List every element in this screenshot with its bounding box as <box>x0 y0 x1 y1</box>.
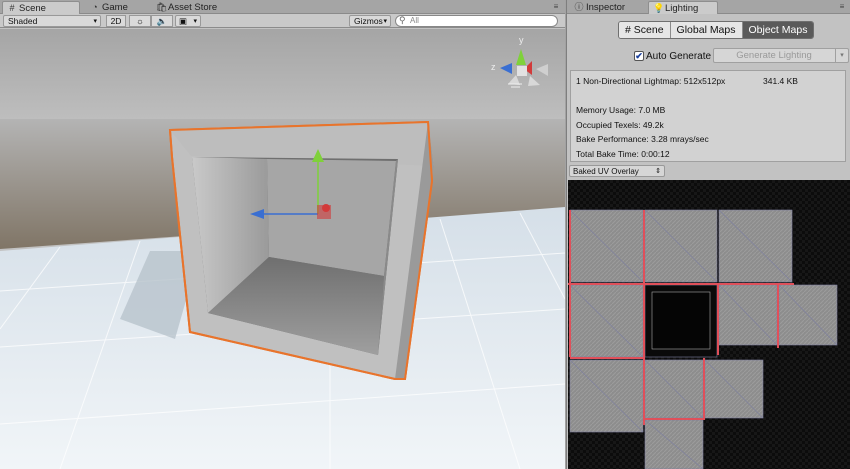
gizmo-y-label: y <box>519 35 524 45</box>
shading-mode-dropdown[interactable]: Shaded ▾ <box>3 15 101 27</box>
uv-charts <box>568 180 850 469</box>
tab-lighting-scene[interactable]: # Scene <box>619 22 671 38</box>
gizmos-dropdown[interactable]: Gizmos ▾ <box>349 15 391 27</box>
dropdown-arrow-icon: ⇕ <box>655 168 661 175</box>
effects-dropdown[interactable]: ▣ ▾ <box>175 15 201 27</box>
scene-toolbar: Shaded ▾ 2D ☼ 🔈 ▣ ▾ Gizmos ▾ ⚲ All <box>0 14 565 28</box>
dropdown-arrow-icon: ▾ <box>93 18 97 25</box>
tab-lighting[interactable]: 💡Lighting <box>648 1 718 14</box>
2d-mode-button[interactable]: 2D <box>106 15 126 27</box>
auto-generate-checkbox[interactable]: ✔ <box>634 51 644 61</box>
memory-usage: Memory Usage: 7.0 MB <box>576 105 666 115</box>
tab-object-maps[interactable]: Object Maps <box>742 22 814 38</box>
tab-menu-icon[interactable]: ≡ <box>551 2 561 12</box>
sun-icon: ☼ <box>136 16 144 26</box>
lighting-toggle-button[interactable]: ☼ <box>129 15 151 27</box>
lightmap-info-box: 1 Non-Directional Lightmap: 512x512px 34… <box>570 70 846 162</box>
lighting-window: ⓘ Inspector 💡Lighting ≡ # Scene Global Ma… <box>566 0 850 469</box>
occupied-texels: Occupied Texels: 49.2k <box>576 120 664 130</box>
gizmo-z-label: z <box>491 62 496 72</box>
dropdown-arrow-icon: ▾ <box>383 18 387 25</box>
dropdown-arrow-icon[interactable]: ▾ <box>835 49 848 62</box>
bake-performance: Bake Performance: 3.28 mrays/sec <box>576 134 709 144</box>
lightmap-preview[interactable] <box>568 180 850 469</box>
right-tabbar: ⓘ Inspector 💡Lighting ≡ <box>567 0 850 14</box>
grid-icon: # <box>625 24 631 36</box>
info-icon: ⓘ <box>574 2 584 12</box>
auto-generate-row: ✔ Auto Generate <box>634 49 711 63</box>
scene-window: # Scene ◔ Game 🛍Asset Store ≡ Shaded ▾ 2D … <box>0 0 565 469</box>
lighting-mode-tabs: # Scene Global Maps Object Maps <box>618 21 815 39</box>
audio-toggle-button[interactable]: 🔈 <box>151 15 173 27</box>
tab-scene[interactable]: # Scene <box>2 1 80 14</box>
scene-render[interactable]: y z <box>0 29 565 469</box>
grid-icon: # <box>9 3 15 13</box>
pacman-icon: ◔ <box>92 2 98 12</box>
store-icon: 🛍 <box>156 2 168 12</box>
tab-inspector[interactable]: ⓘ Inspector <box>570 1 642 14</box>
total-bake-time: Total Bake Time: 0:00:12 <box>576 149 670 159</box>
tab-menu-icon[interactable]: ≡ <box>837 2 847 12</box>
scene-search-input[interactable]: ⚲ All <box>395 15 558 27</box>
auto-generate-label: Auto Generate <box>646 50 712 62</box>
tab-asset-store[interactable]: 🛍Asset Store <box>152 1 242 14</box>
tab-game[interactable]: ◔ Game <box>86 1 146 14</box>
generate-lighting-button[interactable]: Generate Lighting ▾ <box>713 48 849 63</box>
image-icon: ▣ <box>179 16 188 26</box>
tab-global-maps[interactable]: Global Maps <box>670 22 743 38</box>
speaker-icon: 🔈 <box>156 16 168 26</box>
uv-overlay-dropdown[interactable]: Baked UV Overlay ⇕ <box>569 165 665 177</box>
lightmap-summary: 1 Non-Directional Lightmap: 512x512px <box>576 76 726 86</box>
scene-tabbar: # Scene ◔ Game 🛍Asset Store ≡ <box>0 0 565 14</box>
lightmap-size: 341.4 KB <box>763 76 798 86</box>
scene-viewport[interactable]: y z <box>0 29 565 469</box>
search-icon: ⚲ <box>399 15 406 25</box>
lightbulb-icon: 💡 <box>653 3 665 13</box>
dropdown-arrow-icon: ▾ <box>193 18 197 25</box>
